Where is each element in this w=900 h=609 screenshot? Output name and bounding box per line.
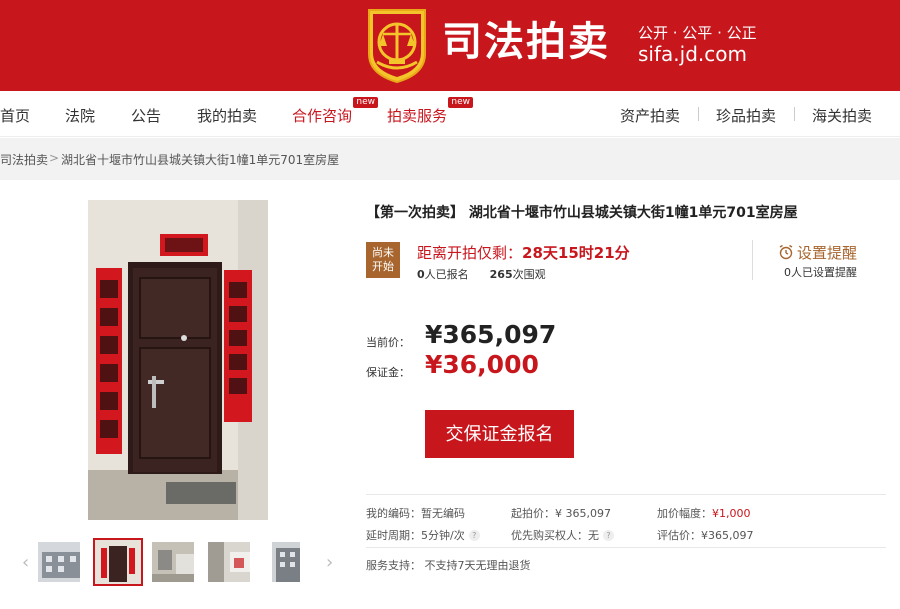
estimate-label: 评估价： <box>657 529 701 542</box>
countdown: 距离开拍仅剩：28天15时21分 <box>417 242 630 263</box>
increment-value: ¥1,000 <box>712 507 751 520</box>
current-price: ¥365,097 <box>425 320 557 349</box>
main-product-image[interactable] <box>88 200 268 520</box>
chevron-right-icon[interactable]: › <box>326 552 333 573</box>
thumbnail-building-photo <box>38 542 80 582</box>
nav-cooperation[interactable]: 合作咨询 new <box>292 97 379 126</box>
nav-cooperation-label: 合作咨询 <box>292 107 353 125</box>
breadcrumb: 司法拍卖 > 湖北省十堰市竹山县城关镇大街1幢1单元701室房屋 <box>0 138 900 180</box>
priority-label: 优先购买权人： <box>511 529 588 542</box>
code-label: 我的编码： <box>366 507 421 520</box>
thumbnail[interactable] <box>270 540 302 584</box>
views-suffix: 次围观 <box>512 268 546 281</box>
nav-auction-service-label: 拍卖服务 <box>387 107 448 125</box>
delay-label: 延时周期： <box>366 529 421 542</box>
thumbnail-interior-photo <box>208 542 250 582</box>
breadcrumb-root[interactable]: 司法拍卖 <box>0 151 48 168</box>
site-header: 司法拍卖 公开 · 公平 · 公正 sifa.jd.com <box>0 0 900 91</box>
service-label: 服务支持： <box>366 559 421 572</box>
deposit-label: 保证金： <box>366 366 410 379</box>
help-icon[interactable]: ? <box>603 530 614 541</box>
estimate-info: 评估价：¥365,097 <box>657 527 754 543</box>
brand-domain: sifa.jd.com <box>638 42 747 66</box>
thumbnail[interactable] <box>36 540 82 584</box>
countdown-value: 28天15时21分 <box>522 244 630 262</box>
priority-value: 无 <box>588 529 599 542</box>
delay-info: 延时周期：5分钟/次? <box>366 527 480 543</box>
thumbnail[interactable] <box>206 540 252 584</box>
thumbnail[interactable] <box>150 540 196 584</box>
code-value: 暂无编码 <box>421 507 465 520</box>
nav-home[interactable]: 首页 <box>0 105 30 126</box>
auction-title: 【第一次拍卖】 湖北省十堰市竹山县城关镇大街1幢1单元701室房屋 <box>366 205 798 221</box>
new-badge: new <box>353 97 379 108</box>
nav-divider <box>794 107 795 121</box>
nav-notices[interactable]: 公告 <box>131 105 161 126</box>
thumbnail-strip: ‹ › <box>22 538 338 588</box>
set-reminder-button[interactable]: 设置提醒 <box>778 242 857 263</box>
estimate-value: ¥365,097 <box>701 529 754 542</box>
participation-counts: 0人已报名 265次围观 <box>417 266 546 282</box>
current-price-label: 当前价： <box>366 336 410 349</box>
brand-title[interactable]: 司法拍卖 <box>442 18 610 66</box>
start-price-value: ¥ 365,097 <box>555 507 611 520</box>
main-nav: 首页 法院 公告 我的拍卖 合作咨询 new 拍卖服务 new 资产拍卖 珍品拍… <box>0 91 900 137</box>
reminder-count: 0人已设置提醒 <box>784 266 857 279</box>
nav-treasure-auction[interactable]: 珍品拍卖 <box>716 105 776 126</box>
court-emblem-icon <box>368 9 426 84</box>
signup-count: 0 <box>417 268 425 281</box>
priority-info: 优先购买权人：无? <box>511 527 614 543</box>
nav-courts[interactable]: 法院 <box>65 105 95 126</box>
nav-auction-service[interactable]: 拍卖服务 new <box>387 97 474 126</box>
status-text: 尚未开始 <box>372 246 394 273</box>
status-badge: 尚未开始 <box>366 242 400 278</box>
nav-divider <box>698 107 699 121</box>
divider <box>366 547 886 548</box>
service-info: 服务支持： 不支持7天无理由退货 <box>366 557 531 573</box>
brand-slogan: 公开 · 公平 · 公正 <box>638 24 757 42</box>
views-count: 265 <box>489 268 513 281</box>
thumbnail-exterior-photo <box>272 542 300 582</box>
nav-customs-auction[interactable]: 海关拍卖 <box>812 105 872 126</box>
signup-suffix: 人已报名 <box>424 268 469 281</box>
divider <box>366 494 886 495</box>
alarm-clock-icon <box>779 244 793 260</box>
start-price-label: 起拍价： <box>511 507 555 520</box>
breadcrumb-separator: > <box>49 151 60 165</box>
door-photo <box>88 200 268 520</box>
help-icon[interactable]: ? <box>468 530 480 541</box>
thumbnail-room-photo <box>152 542 194 582</box>
increment-info: 加价幅度：¥1,000 <box>657 505 751 521</box>
delay-value: 5分钟/次 <box>421 529 465 542</box>
set-reminder-label: 设置提醒 <box>797 244 858 262</box>
pay-deposit-signup-button[interactable]: 交保证金报名 <box>425 410 574 458</box>
increment-label: 加价幅度： <box>657 507 712 520</box>
service-value: 不支持7天无理由退货 <box>424 559 531 572</box>
countdown-label: 距离开拍仅剩： <box>417 244 523 262</box>
code-info: 我的编码：暂无编码 <box>366 505 465 521</box>
start-price-info: 起拍价：¥ 365,097 <box>511 505 611 521</box>
chevron-left-icon[interactable]: ‹ <box>22 552 29 573</box>
nav-asset-auction[interactable]: 资产拍卖 <box>620 105 680 126</box>
breadcrumb-current: 湖北省十堰市竹山县城关镇大街1幢1单元701室房屋 <box>61 153 340 167</box>
thumbnail-door-photo <box>95 540 141 584</box>
deposit-amount: ¥36,000 <box>425 350 539 379</box>
thumbnail-active[interactable] <box>93 538 143 586</box>
nav-my-auctions[interactable]: 我的拍卖 <box>197 105 257 126</box>
divider <box>752 240 753 280</box>
new-badge: new <box>448 97 474 108</box>
